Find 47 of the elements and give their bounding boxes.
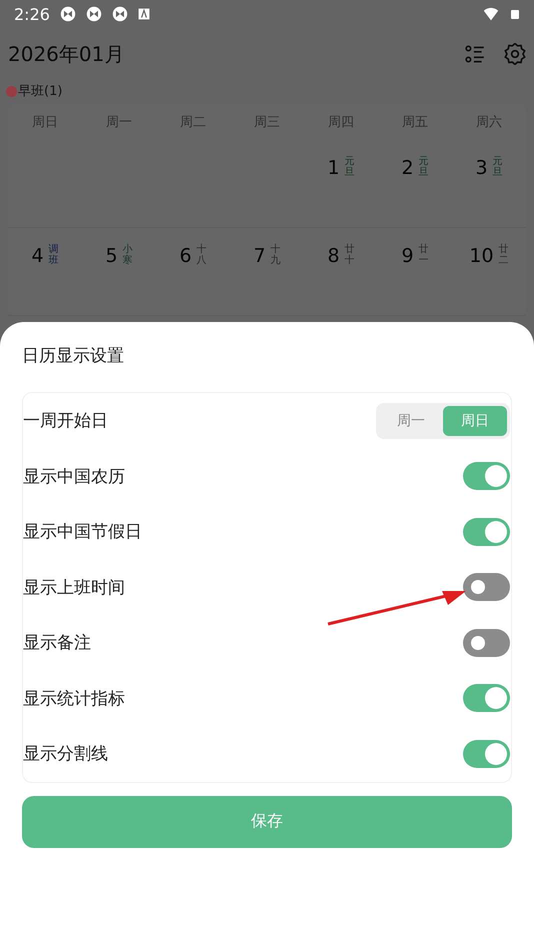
day-note: 廿十 xyxy=(344,244,355,266)
toggle-switch[interactable] xyxy=(463,628,510,657)
list-icon xyxy=(464,43,486,65)
keyboard-notification-icon xyxy=(138,8,150,20)
setting-label: 显示上班时间 xyxy=(23,576,125,599)
day-number[interactable]: 3 xyxy=(475,156,488,180)
day-number[interactable]: 1 xyxy=(327,156,340,180)
day-note: 小寒 xyxy=(122,244,133,266)
legend-label: 早班(1) xyxy=(18,83,62,100)
day-number[interactable]: 8 xyxy=(327,244,340,268)
toggle-switch[interactable] xyxy=(463,573,510,602)
segment-option[interactable]: 周一 xyxy=(379,406,443,436)
segment-option[interactable]: 周日 xyxy=(443,406,507,436)
day-number[interactable]: 6 xyxy=(179,244,192,268)
app-notification-icon xyxy=(86,6,102,22)
day-number[interactable]: 10 xyxy=(469,244,494,268)
app-notification-icon xyxy=(60,6,76,22)
toggle-switch[interactable] xyxy=(463,684,510,712)
day-number[interactable]: 9 xyxy=(401,244,414,268)
sheet-title: 日历显示设置 xyxy=(22,345,125,368)
day-number[interactable]: 5 xyxy=(105,244,118,268)
settings-icon xyxy=(504,43,526,65)
toggle-switch[interactable] xyxy=(463,740,510,768)
save-button[interactable]: 保存 xyxy=(22,796,512,848)
wifi-icon xyxy=(482,6,500,22)
day-note: 元旦 xyxy=(492,156,503,178)
setting-label: 显示统计指标 xyxy=(23,688,125,710)
day-note: 十九 xyxy=(270,244,281,266)
status-time: 2:26 xyxy=(14,4,50,24)
day-note: 廿二 xyxy=(498,244,509,266)
day-note: 元旦 xyxy=(418,156,429,178)
setting-label: 显示中国节假日 xyxy=(23,521,142,544)
setting-label: 显示分割线 xyxy=(23,743,108,766)
setting-label: 显示中国农历 xyxy=(23,466,125,488)
day-number[interactable]: 2 xyxy=(401,156,414,180)
day-note: 元旦 xyxy=(344,156,355,178)
day-number[interactable]: 4 xyxy=(31,244,44,268)
toggle-switch[interactable] xyxy=(463,462,510,490)
toggle-switch[interactable] xyxy=(463,518,510,546)
month-title: 2026年01月 xyxy=(8,40,126,68)
day-note: 廿一 xyxy=(418,244,429,266)
setting-label: 显示备注 xyxy=(23,632,91,654)
day-number[interactable]: 7 xyxy=(253,244,266,268)
app-notification-icon xyxy=(112,6,128,22)
setting-label: 一周开始日 xyxy=(23,410,108,432)
day-note: 十八 xyxy=(196,244,207,266)
day-note: 调班 xyxy=(48,244,59,266)
